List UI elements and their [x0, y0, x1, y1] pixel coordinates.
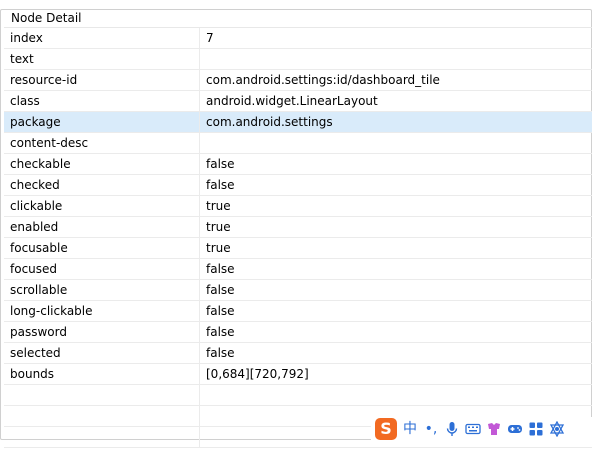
toolbox-icon[interactable] — [528, 421, 544, 437]
property-value: true — [206, 220, 231, 234]
settings-icon[interactable] — [549, 421, 565, 437]
table-row[interactable]: package com.android.settings — [4, 112, 592, 133]
table-row[interactable]: long-clickable false — [4, 301, 592, 322]
property-value: false — [206, 157, 235, 171]
table-row[interactable]: content-desc — [4, 133, 592, 154]
property-value: false — [206, 346, 235, 360]
property-key: content-desc — [4, 133, 200, 153]
table-row[interactable]: class android.widget.LinearLayout — [4, 91, 592, 112]
property-key: enabled — [4, 217, 200, 237]
property-key: long-clickable — [4, 301, 200, 321]
table-row[interactable]: focused false — [4, 259, 592, 280]
property-key — [4, 427, 200, 447]
node-detail-panel: Node Detail index 7 text resource-id com.and… — [0, 9, 592, 448]
table-row[interactable]: clickable true — [4, 196, 592, 217]
property-value: false — [206, 325, 235, 339]
property-key: bounds — [4, 364, 200, 384]
table-row[interactable] — [4, 385, 592, 406]
skin-icon[interactable] — [486, 421, 502, 437]
microphone-icon[interactable] — [444, 421, 460, 437]
property-key — [4, 406, 200, 426]
table-row[interactable]: password false — [4, 322, 592, 343]
property-key: focused — [4, 259, 200, 279]
table-row[interactable]: focusable true — [4, 238, 592, 259]
keyboard-icon[interactable] — [465, 421, 481, 437]
property-key: focusable — [4, 238, 200, 258]
property-value: true — [206, 241, 231, 255]
property-value: false — [206, 262, 235, 276]
property-key: resource-id — [4, 70, 200, 90]
property-key: password — [4, 322, 200, 342]
gamepad-icon[interactable] — [507, 421, 523, 437]
ime-mode-toggle[interactable]: 中 — [402, 419, 418, 439]
property-key: clickable — [4, 196, 200, 216]
table-row[interactable]: checked false — [4, 175, 592, 196]
table-row[interactable]: enabled true — [4, 217, 592, 238]
table-row[interactable]: bounds [0,684][720,792] — [4, 364, 592, 385]
table-row[interactable]: text — [4, 49, 592, 70]
property-value: false — [206, 178, 235, 192]
ime-logo-icon[interactable]: S — [375, 418, 397, 440]
property-value: false — [206, 283, 235, 297]
property-key: checked — [4, 175, 200, 195]
property-value — [200, 49, 592, 69]
ime-toolbar: S 中 •, — [371, 417, 594, 441]
property-key: index — [4, 28, 200, 48]
property-key: text — [4, 49, 200, 69]
table-row[interactable]: selected false — [4, 343, 592, 364]
property-value: false — [206, 304, 235, 318]
table-row[interactable]: scrollable false — [4, 280, 592, 301]
table-row[interactable]: index 7 — [4, 28, 592, 49]
table-row[interactable]: resource-id com.android.settings:id/dashb… — [4, 70, 592, 91]
property-key — [4, 385, 200, 405]
property-value: com.android.settings:id/dashboard_tile — [206, 73, 440, 87]
property-key: class — [4, 91, 200, 111]
property-value — [200, 385, 592, 405]
property-value — [200, 133, 592, 153]
ime-punctuation-toggle[interactable]: •, — [423, 419, 439, 439]
property-key: selected — [4, 343, 200, 363]
node-detail-table: index 7 text resource-id com.android.setting… — [4, 27, 592, 451]
property-value: [0,684][720,792] — [206, 367, 309, 381]
property-value: 7 — [206, 31, 214, 45]
property-value: com.android.settings — [206, 115, 333, 129]
property-value: true — [206, 199, 231, 213]
property-key: scrollable — [4, 280, 200, 300]
property-value: android.widget.LinearLayout — [206, 94, 378, 108]
property-key: package — [4, 112, 200, 132]
panel-title: Node Detail — [8, 10, 85, 26]
table-row[interactable]: checkable false — [4, 154, 592, 175]
property-key: checkable — [4, 154, 200, 174]
